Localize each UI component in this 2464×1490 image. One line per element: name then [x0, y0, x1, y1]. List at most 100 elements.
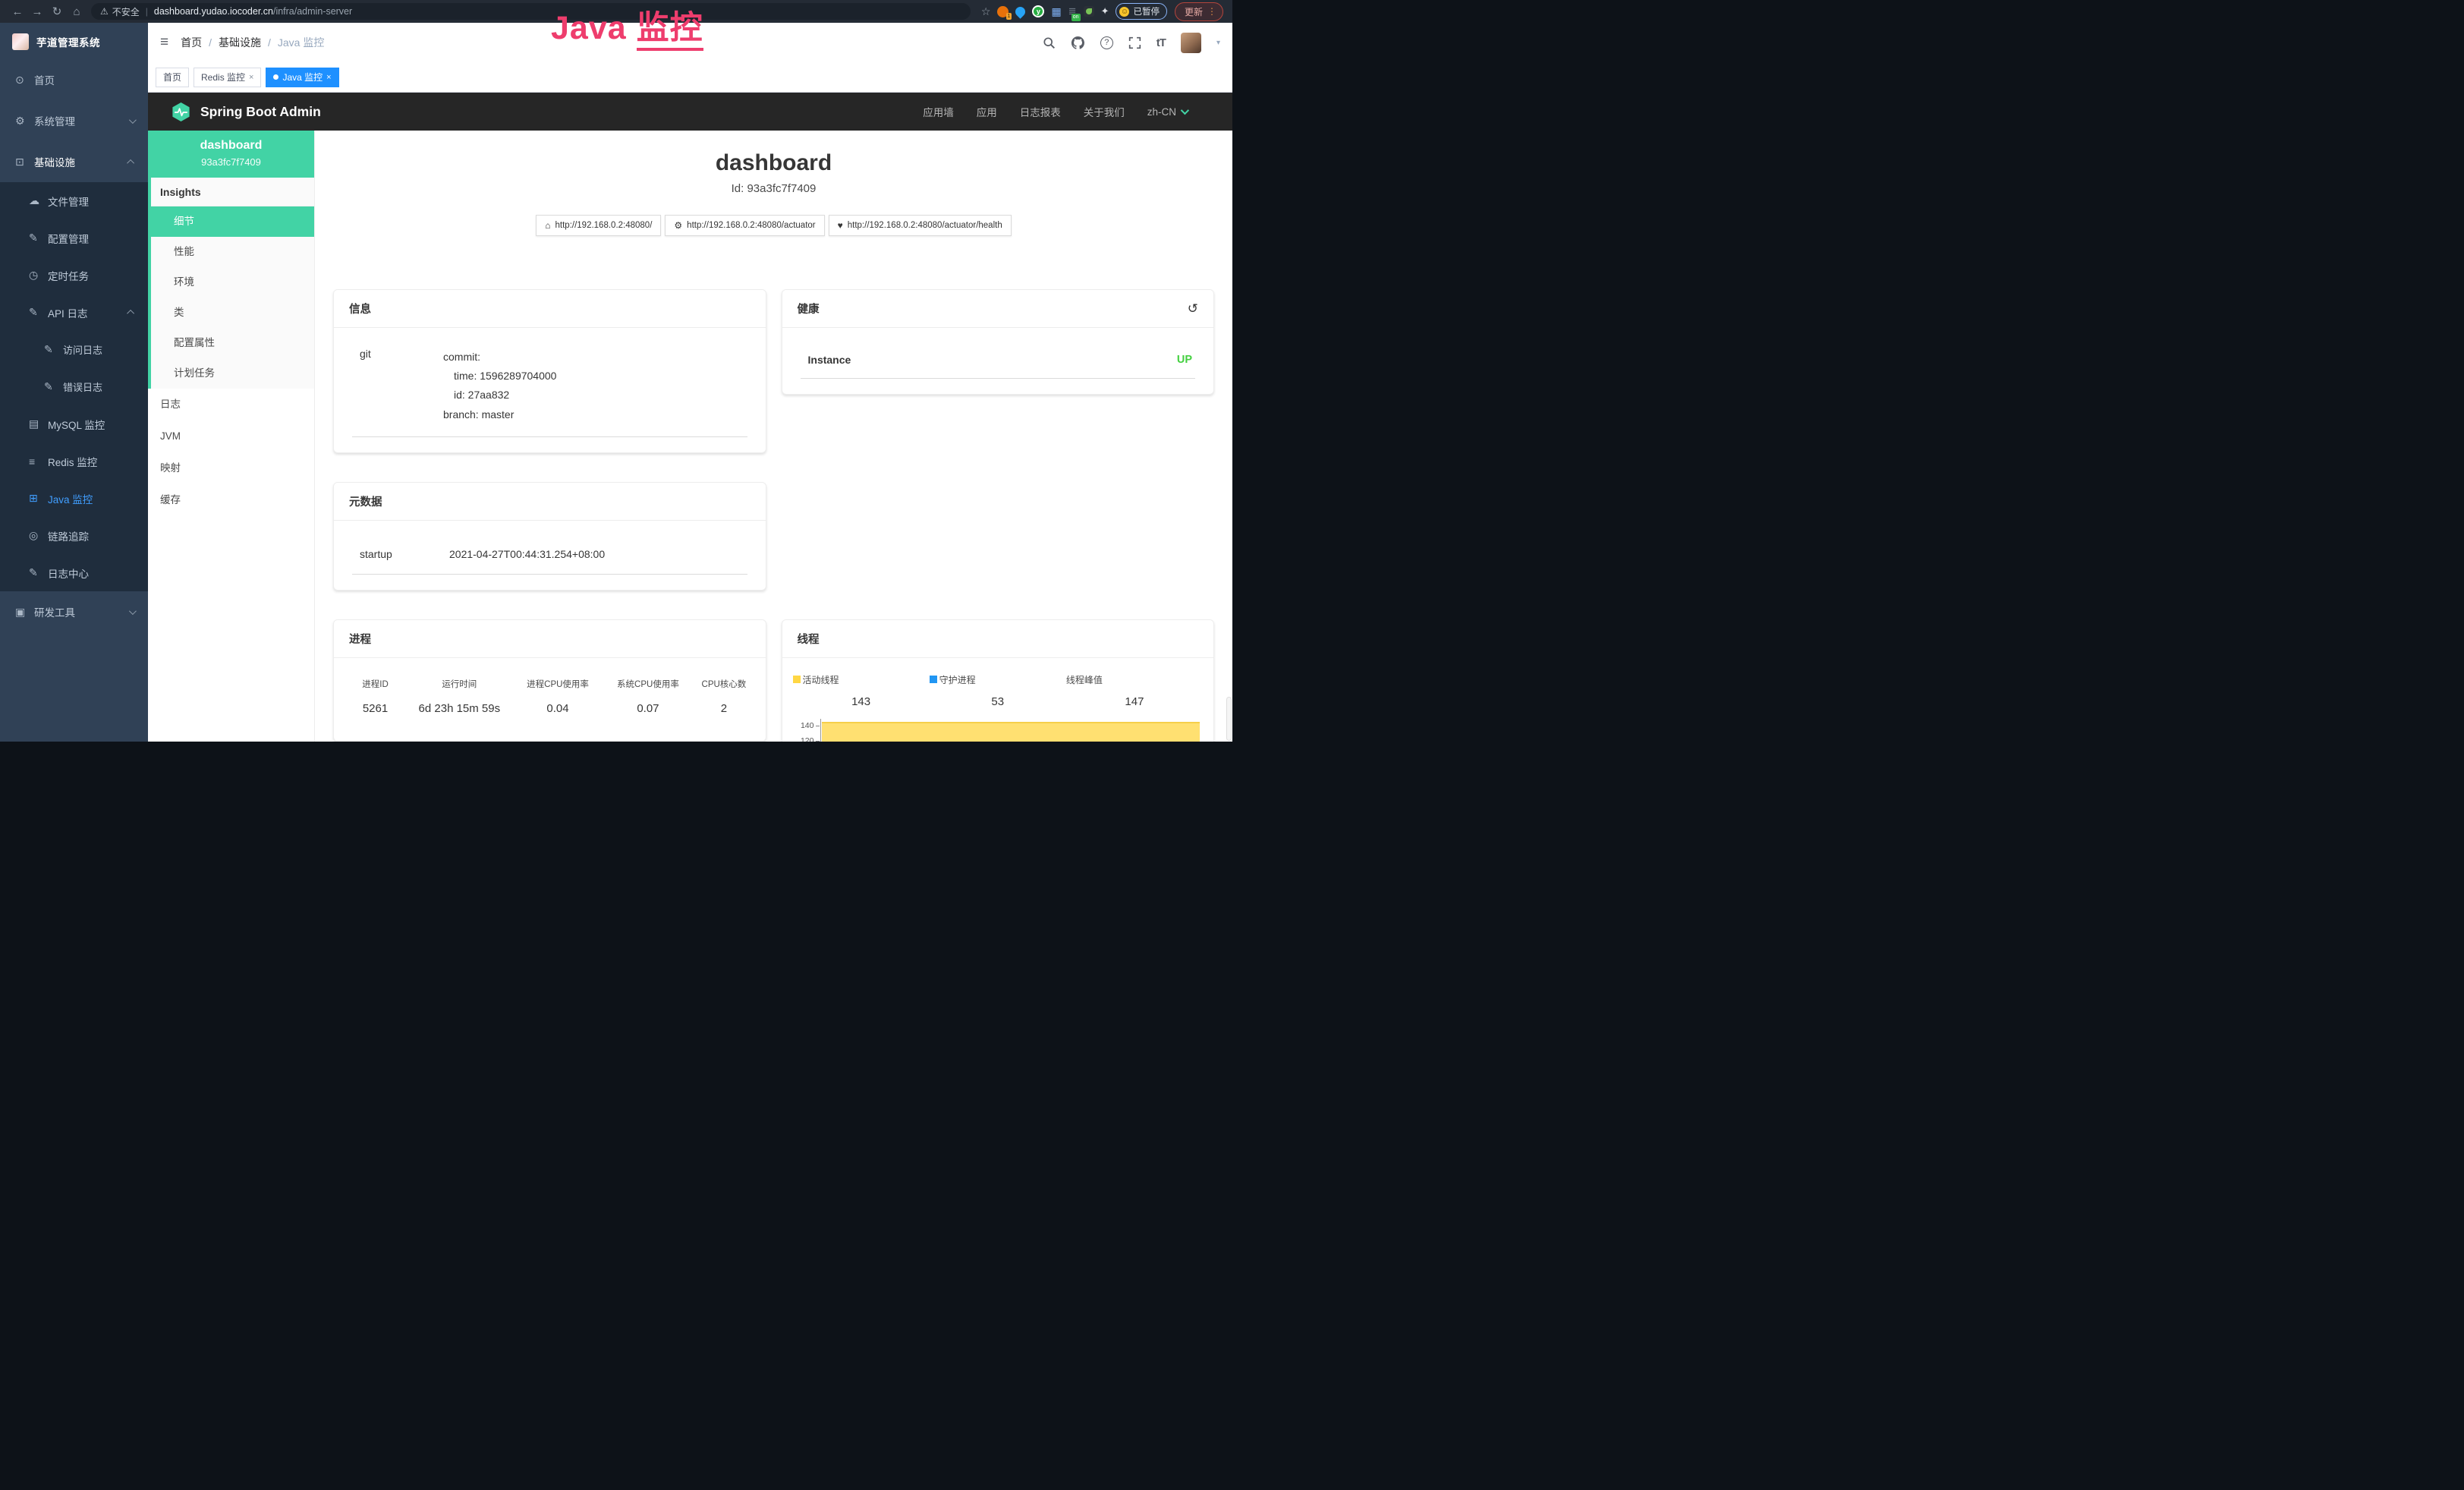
address-bar[interactable]: ⚠ 不安全 | dashboard.yudao.iocoder.cn /infr…: [91, 3, 971, 20]
sidebar-item-trace[interactable]: ◎ 链路追踪: [0, 517, 148, 554]
instance-header[interactable]: dashboard 93a3fc7f7409: [148, 131, 314, 178]
user-menu-caret-icon[interactable]: ▾: [1216, 39, 1220, 47]
extension-leaf-icon[interactable]: [1084, 6, 1094, 17]
github-icon[interactable]: [1071, 36, 1085, 50]
sidebar-item-system[interactable]: ⚙ 系统管理: [0, 100, 148, 141]
breadcrumb-current: Java 监控: [278, 35, 324, 50]
insights-item-details[interactable]: 细节: [151, 206, 314, 237]
sidebar-item-devtool[interactable]: ▣ 研发工具: [0, 591, 148, 632]
health-url-link[interactable]: ♥http://192.168.0.2:48080/actuator/healt…: [829, 215, 1012, 236]
bookmark-star-icon[interactable]: ☆: [981, 5, 991, 18]
info-git-value: commit: time: 1596289704000 id: 27aa832 …: [443, 348, 556, 424]
sba-menu-wall[interactable]: 应用墙: [923, 104, 954, 119]
actuator-url-link[interactable]: ⚙http://192.168.0.2:48080/actuator: [665, 215, 824, 236]
close-icon[interactable]: ×: [326, 73, 331, 82]
insights-item-scheduled[interactable]: 计划任务: [151, 358, 314, 389]
annotation-java-monitor: Java 监控: [551, 2, 703, 49]
breadcrumb-home[interactable]: 首页: [181, 35, 202, 50]
sidebar-item-accesslog[interactable]: ✎ 访问日志: [0, 331, 148, 368]
sba-menu-about[interactable]: 关于我们: [1084, 104, 1125, 119]
app-logo-row[interactable]: 芋道管理系统: [0, 23, 148, 59]
sidebar-item-logcenter[interactable]: ✎ 日志中心: [0, 554, 148, 591]
browser-home-icon[interactable]: ⌂: [67, 5, 87, 18]
sba-menu-applications[interactable]: 应用: [977, 104, 997, 119]
sidebar-item-errorlog[interactable]: ✎ 错误日志: [0, 368, 148, 405]
sba-brand[interactable]: Spring Boot Admin: [171, 102, 321, 122]
process-card: 进程 进程ID 运行时间 进程CPU使用率 系统CPU使用率 CPU核心数 52…: [333, 619, 766, 742]
eye-icon: ◎: [29, 529, 48, 542]
sba-menu-journal[interactable]: 日志报表: [1020, 104, 1061, 119]
sidebar-item-config[interactable]: ✎ 配置管理: [0, 219, 148, 257]
sba-locale-select[interactable]: zh-CN: [1147, 106, 1187, 118]
profile-paused-pill[interactable]: ☺ 已暂停: [1116, 3, 1167, 20]
user-avatar[interactable]: [1181, 33, 1201, 53]
browser-reload-icon[interactable]: ↻: [47, 5, 67, 18]
infra-submenu: ☁ 文件管理 ✎ 配置管理 ◷ 定时任务 ✎ API 日志 ✎ 访问日志 ✎ 错…: [0, 182, 148, 591]
y-tick-140: 140: [801, 721, 814, 730]
scrollbar-thumb[interactable]: [1226, 697, 1232, 741]
extension-y-icon[interactable]: y: [1032, 5, 1044, 17]
tag-java[interactable]: Java 监控×: [266, 68, 338, 87]
close-icon[interactable]: ×: [249, 73, 253, 82]
breadcrumb-infra[interactable]: 基础设施: [219, 35, 261, 50]
metadata-card-title: 元数据: [349, 493, 382, 509]
font-size-icon[interactable]: tT: [1156, 36, 1166, 49]
process-cpu-value: 0.04: [513, 702, 603, 715]
chrome-update-button[interactable]: 更新 ⋮: [1175, 2, 1223, 21]
insights-item-environment[interactable]: 环境: [151, 267, 314, 298]
edit-icon: ✎: [44, 343, 63, 356]
history-icon[interactable]: ↺: [1188, 301, 1198, 317]
peak-threads-legend: 线程峰值: [1066, 673, 1203, 686]
tag-home[interactable]: 首页: [156, 68, 189, 87]
navbar-right-tools: ? tT ▾: [1043, 33, 1220, 53]
update-label: 更新: [1185, 5, 1203, 18]
app-logo-image: [12, 33, 29, 50]
sidebar-item-file[interactable]: ☁ 文件管理: [0, 182, 148, 219]
sidebar-item-caches[interactable]: 缓存: [148, 484, 314, 516]
extension-orange-icon[interactable]: 1: [997, 6, 1009, 17]
help-icon[interactable]: ?: [1100, 36, 1113, 49]
sidebar-collapse-icon[interactable]: ≡: [160, 34, 168, 51]
search-icon[interactable]: [1043, 36, 1056, 49]
threads-chart: 140 120 100: [793, 719, 1204, 742]
sidebar-item-jvm[interactable]: JVM: [148, 421, 314, 452]
fullscreen-icon[interactable]: [1128, 36, 1141, 49]
sidebar-item-mysql[interactable]: ▤ MySQL 监控: [0, 405, 148, 443]
extension-pin-icon[interactable]: [1015, 7, 1025, 17]
browser-menu-dots-icon[interactable]: ⋮: [1207, 6, 1216, 17]
sidebar-item-logfile[interactable]: 日志: [148, 389, 314, 421]
active-tag-dot: [273, 74, 278, 80]
sidebar-item-mappings[interactable]: 映射: [148, 452, 314, 484]
insights-item-configprops[interactable]: 配置属性: [151, 328, 314, 358]
health-instance-label: Instance: [808, 354, 851, 366]
edit-icon: ✎: [29, 232, 48, 244]
instance-name: dashboard: [153, 139, 310, 153]
browser-forward-icon[interactable]: →: [27, 5, 47, 18]
extensions-puzzle-icon[interactable]: ✦: [1101, 5, 1109, 17]
screen-icon: ⊞: [29, 492, 48, 505]
sidebar-item-redis[interactable]: ≡ Redis 监控: [0, 443, 148, 480]
sidebar-item-apilog[interactable]: ✎ API 日志: [0, 294, 148, 331]
browser-back-icon[interactable]: ←: [8, 5, 27, 18]
layers-icon: ≡: [29, 455, 48, 468]
extension-badge: 1: [1006, 13, 1012, 20]
blue-legend-swatch: [930, 676, 937, 683]
database-icon: ▤: [29, 417, 48, 430]
metadata-card: 元数据 startup 2021-04-27T00:44:31.254+08:0…: [333, 482, 766, 591]
insights-section: Insights 细节 性能 环境 类 配置属性 计划任务: [148, 178, 314, 389]
service-url-link[interactable]: ⌂http://192.168.0.2:48080/: [536, 215, 661, 236]
sidebar-item-java[interactable]: ⊞ Java 监控: [0, 480, 148, 517]
extension-switch-icon[interactable]: ≣on: [1068, 5, 1077, 17]
sidebar-item-infra[interactable]: ⊡ 基础设施: [0, 141, 148, 182]
process-pid-value: 5261: [345, 702, 406, 715]
insights-item-classes[interactable]: 类: [151, 298, 314, 328]
edit-icon: ✎: [44, 380, 63, 393]
tag-redis[interactable]: Redis 监控×: [194, 68, 261, 87]
sidebar-item-home[interactable]: ⊙ 首页: [0, 59, 148, 100]
app-title: 芋道管理系统: [36, 34, 100, 49]
extension-grid-icon[interactable]: ▦: [1051, 5, 1061, 18]
sidebar-item-job[interactable]: ◷ 定时任务: [0, 257, 148, 294]
timer-icon: ◷: [29, 269, 48, 282]
page-title: dashboard: [333, 150, 1214, 176]
insights-item-metrics[interactable]: 性能: [151, 237, 314, 267]
